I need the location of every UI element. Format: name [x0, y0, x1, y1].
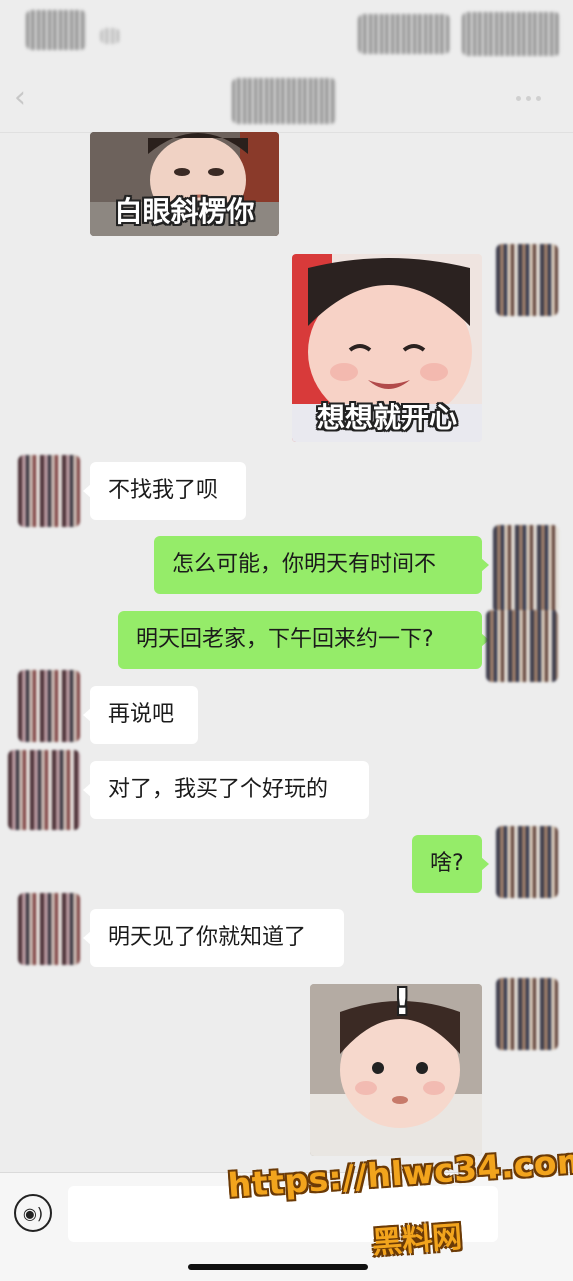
text-message[interactable]: 啥?: [412, 835, 489, 893]
contact-name-blur: [232, 78, 336, 124]
more-options-icon[interactable]: [516, 90, 552, 106]
text-message[interactable]: 再说吧: [83, 686, 198, 744]
text-message[interactable]: 怎么可能，你明天有时间不: [154, 536, 489, 594]
sticker-caption: 想想就开心: [316, 401, 457, 434]
avatar[interactable]: [493, 525, 559, 613]
home-indicator: [188, 1264, 368, 1270]
voice-icon[interactable]: ◉): [14, 1194, 52, 1232]
text-message[interactable]: 明天回老家，下午回来约一下?: [118, 611, 489, 669]
sticker-message[interactable]: 白眼斜楞你: [90, 132, 279, 236]
avatar[interactable]: [8, 750, 80, 830]
avatar[interactable]: [18, 670, 80, 742]
avatar[interactable]: [496, 244, 558, 316]
text-message[interactable]: 对了，我买了个好玩的: [83, 761, 369, 819]
avatar[interactable]: [496, 826, 558, 898]
status-signal-blur: [358, 14, 450, 54]
status-icon-blur: [100, 28, 120, 44]
text-message[interactable]: 不找我了呗: [83, 462, 246, 520]
status-battery-blur: [462, 12, 560, 56]
avatar[interactable]: [496, 978, 558, 1050]
avatar[interactable]: [486, 610, 558, 682]
sticker-caption: 白眼斜楞你: [114, 195, 255, 228]
watermark-text: 黑料网: [371, 1219, 464, 1261]
status-time-blur: [26, 10, 86, 50]
back-arrow-icon[interactable]: ‹: [14, 83, 42, 113]
status-bar: [0, 0, 573, 70]
avatar[interactable]: [18, 455, 80, 527]
sticker-caption: !: [394, 984, 411, 1023]
sticker-message[interactable]: 想想就开心: [292, 254, 482, 442]
avatar[interactable]: [18, 893, 80, 965]
text-message[interactable]: 明天见了你就知道了: [83, 909, 344, 967]
sticker-message[interactable]: !: [310, 984, 482, 1156]
